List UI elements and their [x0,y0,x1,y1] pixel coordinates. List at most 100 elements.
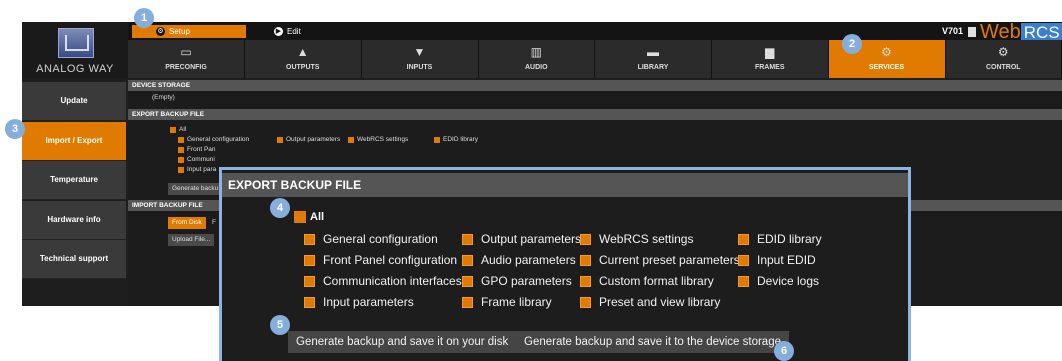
small-checkbox[interactable] [178,137,184,143]
sidebar-item-technical-support[interactable]: Technical support [22,240,126,279]
control-icon: ⚙ [997,45,1009,59]
device-storage-header: DEVICE STORAGE [128,80,1062,91]
export-option-checkbox[interactable]: Input EDID [738,251,816,269]
from-device-label[interactable]: F [212,219,216,226]
nav-tab-label: FRAMES [754,64,785,71]
small-checkbox[interactable] [348,137,354,143]
nav-tab-label: PRECONFIG [165,64,207,71]
analog-way-logo: ANALOG WAY [22,22,129,78]
small-checkbox[interactable] [434,137,440,143]
nav-tab-preconfig[interactable]: ▭ PRECONFIG [128,40,245,78]
small-checkbox[interactable] [178,147,184,153]
export-option-checkbox[interactable]: WebRCS settings [580,230,693,248]
nav-tab-audio[interactable]: ▥ AUDIO [478,40,596,78]
export-option-checkbox[interactable]: Current preset parameters [580,251,740,269]
export-option-label: Audio parameters [481,253,576,267]
small-checkbox[interactable] [178,167,184,173]
export-option-label: Input EDID [757,253,816,267]
checkbox-icon [738,276,749,288]
checkbox-icon [304,297,315,309]
export-option-checkbox[interactable]: Audio parameters [462,251,576,269]
checkbox-icon [304,255,315,267]
small-checkbox[interactable] [277,137,283,143]
small-option-label: WebRCS settings [357,136,409,143]
export-option-label: Input parameters [323,295,414,309]
export-option-checkbox[interactable]: GPO parameters [462,272,572,290]
export-option-label: Current preset parameters [599,253,740,267]
small-option-label: Front Pan [187,146,216,153]
export-option-label: GPO parameters [481,274,572,288]
nav-tab-outputs[interactable]: ▲ OUTPUTS [245,40,362,78]
audio-icon: ▥ [530,45,542,59]
callout-5: 5 [270,315,290,335]
callout-1: 1 [134,8,154,28]
services-icon: ⚙ [881,45,892,59]
export-option-checkbox[interactable]: Output parameters [462,230,581,248]
generate-save-device-button[interactable]: Generate backup and save it to the devic… [516,331,789,353]
export-option-checkbox[interactable]: Frame library [462,293,552,311]
export-option-label: Device logs [757,274,820,288]
checkbox-icon [462,297,473,309]
nav-tab-label: OUTPUTS [286,64,320,71]
generate-save-disk-button[interactable]: Generate backup and save it on your disk [288,331,517,353]
export-option-checkbox[interactable]: Device logs [738,272,819,290]
library-icon: ▬ [647,45,659,59]
export-option-checkbox[interactable]: General configuration [304,230,438,248]
small-generate-button[interactable]: Generate backu [168,183,223,195]
nav-tab-label: SERVICES [868,64,905,71]
nav-tab-label: INPUTS [406,64,433,71]
inputs-icon: ▼ [413,45,426,59]
export-option-label: Communication interfaces [323,274,462,288]
nav-tab-inputs[interactable]: ▼ INPUTS [362,40,479,78]
checkbox-icon [580,297,591,309]
callout-2: 2 [842,34,862,54]
small-option-label: Output parameters [286,136,341,143]
checkbox-icon [462,276,473,288]
book-icon[interactable] [968,27,976,37]
small-option-label: Input para [187,166,217,173]
export-option-checkbox[interactable]: Communication interfaces [304,272,462,290]
nav-tab-label: LIBRARY [637,64,669,71]
export-option-label: Custom format library [599,274,714,288]
checkbox-icon [462,234,473,246]
main-nav: ▭ PRECONFIG ▲ OUTPUTS ▼ INPUTS ▥ AUDIO ▬ LIBRARY ▆… [128,40,1062,78]
export-option-checkbox[interactable]: Preset and view library [580,293,720,311]
export-option-label: Preset and view library [599,295,721,309]
export-option-checkbox[interactable]: Custom format library [580,272,714,290]
checkbox-icon [294,211,306,224]
top-bar: ⚙Setup ▶Edit V701 WebRCS × [128,22,1062,43]
all-checkbox[interactable]: All [294,208,324,226]
sidebar-item-hardware-info[interactable]: Hardware info [22,200,126,240]
nav-tab-frames[interactable]: ▆ FRAMES [712,40,829,78]
export-option-label: WebRCS settings [599,232,694,246]
sidebar-item-import-export[interactable]: Import / Export [22,121,126,161]
from-disk-button[interactable]: From Disk [168,217,206,229]
sidebar-item-update[interactable]: Update [22,82,126,121]
sidebar-item-temperature[interactable]: Temperature [22,161,126,200]
callout-4: 4 [270,198,290,218]
export-option-checkbox[interactable]: EDID library [738,230,822,248]
checkbox-icon [738,234,749,246]
edit-label: Edit [287,27,301,36]
checkbox-icon [738,255,749,267]
export-backup-zoom: EXPORT BACKUP FILE All General configura… [219,167,911,361]
preconfig-icon: ▭ [180,45,192,59]
export-header: EXPORT BACKUP FILE [128,109,1062,120]
export-option-checkbox[interactable]: Input parameters [304,293,414,311]
nav-tab-control[interactable]: ⚙ CONTROL [945,40,1062,78]
export-option-label: Frame library [481,295,552,309]
edit-mode-tab[interactable]: ▶ Edit [250,25,350,38]
export-option-label: EDID library [757,232,822,246]
small-checkbox[interactable] [178,157,184,163]
checkbox-icon [304,276,315,288]
nav-tab-label: AUDIO [524,64,548,71]
small-all-checkbox[interactable] [170,127,176,133]
upload-file-button[interactable]: Upload File... [168,234,215,246]
checkbox-icon [580,255,591,267]
export-option-checkbox[interactable]: Front Panel configuration [304,251,457,269]
nav-tab-label: CONTROL [985,64,1021,71]
nav-tab-library[interactable]: ▬ LIBRARY [595,40,712,78]
setup-mode-tab[interactable]: ⚙ Setup [132,25,246,38]
outputs-icon: ▲ [296,45,309,59]
all-label: All [310,211,325,223]
